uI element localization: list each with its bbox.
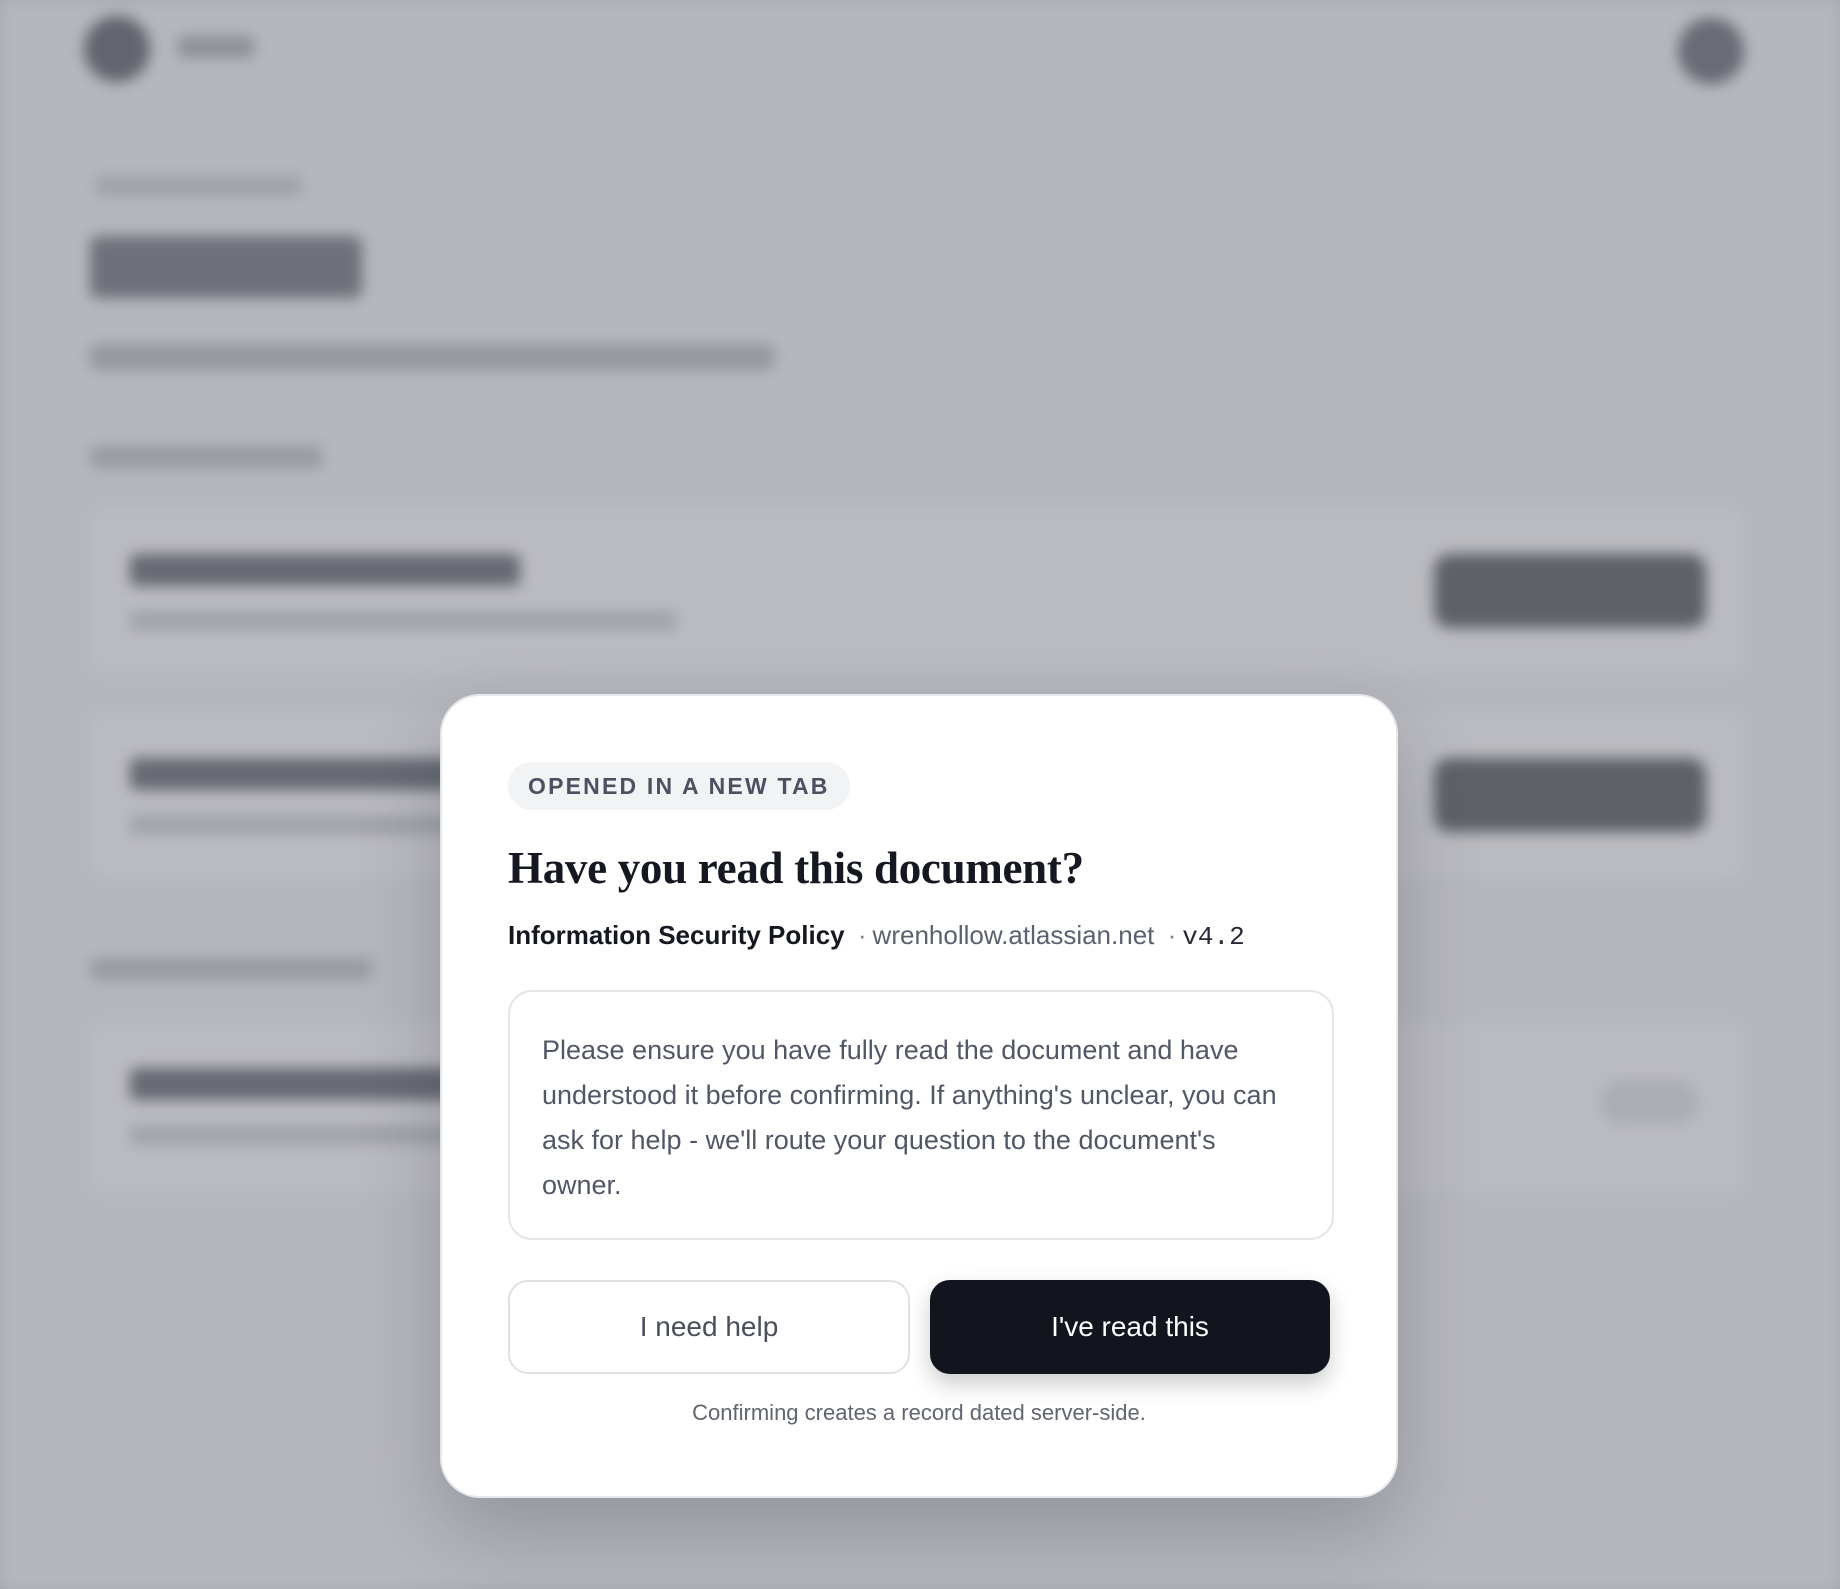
meta-separator: · xyxy=(857,919,867,950)
dialog-title: Have you read this document? xyxy=(508,843,1084,893)
dialog-actions: I need help I've read this xyxy=(508,1279,1330,1374)
read-confirmation-dialog: OPENED IN A NEW TAB Have you read this d… xyxy=(440,694,1398,1498)
meta-separator: · xyxy=(1167,919,1177,950)
document-site: wrenhollow.atlassian.net xyxy=(872,919,1155,950)
document-version: v4.2 xyxy=(1182,921,1245,952)
confirmation-footnote: Confirming creates a record dated server… xyxy=(692,1399,1146,1425)
document-meta: Information Security Policy · wrenhollow.… xyxy=(508,920,1330,952)
status-badge: OPENED IN A NEW TAB xyxy=(508,762,850,810)
document-name: Information Security Policy xyxy=(508,919,845,950)
need-help-button[interactable]: I need help xyxy=(508,1279,910,1374)
confirm-read-button[interactable]: I've read this xyxy=(930,1279,1330,1374)
confirmation-message: Please ensure you have fully read the do… xyxy=(508,989,1334,1240)
